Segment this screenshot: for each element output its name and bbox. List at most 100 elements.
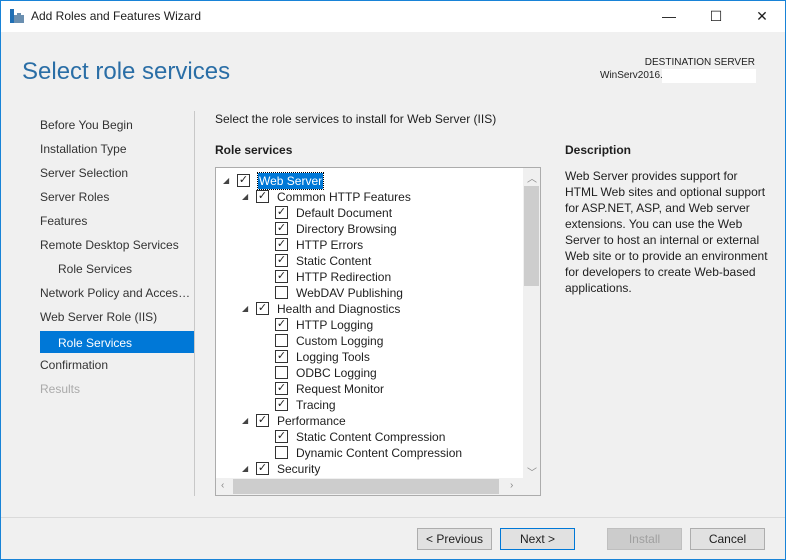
checkbox[interactable] — [275, 366, 288, 379]
tree-item[interactable]: ✓ Request Monitor — [216, 381, 516, 397]
scroll-right-icon[interactable]: › — [510, 480, 513, 491]
tree-item-label[interactable]: Dynamic Content Compression — [296, 445, 462, 461]
tree-item-label[interactable]: HTTP Redirection — [296, 269, 391, 285]
wizard-window: Add Roles and Features Wizard — ☐ ✕ Sele… — [0, 0, 786, 560]
nav-item[interactable]: Server Roles — [40, 187, 194, 211]
horizontal-scroll-thumb[interactable] — [233, 479, 499, 494]
description-text: Web Server provides support for HTML Web… — [565, 169, 768, 295]
nav-item: Results — [40, 382, 81, 396]
nav-item[interactable]: Installation Type — [40, 139, 194, 163]
tree-item[interactable]: ✓ Default Document — [216, 205, 516, 221]
checkbox[interactable]: ✓ — [275, 430, 288, 443]
destination-server-value: WinServ2016. — [600, 69, 756, 83]
nav-item[interactable]: Server Selection — [40, 163, 194, 187]
tree-item-label[interactable]: ODBC Logging — [296, 365, 377, 381]
tree-item[interactable]: ✓ Static Content Compression — [216, 429, 516, 445]
install-button[interactable]: Install — [607, 528, 682, 550]
checkbox[interactable]: ✓ — [237, 174, 250, 187]
tree-item[interactable]: ODBC Logging — [216, 365, 516, 381]
tree-item-label[interactable]: Performance — [277, 413, 346, 429]
nav-item[interactable]: Before You Begin — [40, 115, 194, 139]
nav-item[interactable]: Confirmation — [40, 355, 194, 379]
nav-item[interactable]: Features — [40, 211, 194, 235]
tree-item[interactable]: ◢ ✓ Security — [216, 461, 516, 477]
tree-item-label[interactable]: Tracing — [296, 397, 336, 413]
nav-item[interactable]: Network Policy and Access Services — [40, 283, 194, 307]
checkbox[interactable]: ✓ — [256, 462, 269, 475]
scroll-up-icon[interactable]: ︿ — [527, 170, 537, 185]
nav-item[interactable]: Web Server Role (IIS) — [40, 307, 194, 331]
previous-button[interactable]: < Previous — [417, 528, 492, 550]
instruction-text: Select the role services to install for … — [215, 112, 497, 126]
vertical-scroll-thumb[interactable] — [524, 186, 539, 286]
checkbox[interactable]: ✓ — [256, 302, 269, 315]
tree-item[interactable]: WebDAV Publishing — [216, 285, 516, 301]
tree-item[interactable]: ✓ Static Content — [216, 253, 516, 269]
checkbox[interactable]: ✓ — [275, 206, 288, 219]
tree-item[interactable]: Custom Logging — [216, 333, 516, 349]
minimize-button[interactable]: — — [646, 1, 692, 32]
checkbox[interactable]: ✓ — [256, 414, 269, 427]
checkbox[interactable] — [275, 334, 288, 347]
tree-item-label[interactable]: Static Content Compression — [296, 429, 445, 445]
tree-item[interactable]: ✓ Logging Tools — [216, 349, 516, 365]
nav-divider — [194, 111, 195, 496]
scroll-down-icon[interactable]: ﹀ — [527, 464, 537, 479]
checkbox[interactable]: ✓ — [256, 190, 269, 203]
window-title: Add Roles and Features Wizard — [31, 9, 202, 23]
maximize-button[interactable]: ☐ — [693, 1, 739, 32]
tree-item-label[interactable]: Default Document — [296, 205, 392, 221]
tree-item[interactable]: Dynamic Content Compression — [216, 445, 516, 461]
role-services-tree[interactable]: ◢ ✓ Security Dynamic Content Compression ✓ St… — [215, 167, 541, 496]
tree-item-label[interactable]: Request Monitor — [296, 381, 384, 397]
scroll-left-icon[interactable]: ‹ — [221, 480, 224, 491]
next-button[interactable]: Next > — [500, 528, 575, 550]
checkbox[interactable]: ✓ — [275, 254, 288, 267]
tree-item[interactable]: ✓ Tracing — [216, 397, 516, 413]
tree-item-label[interactable]: HTTP Logging — [296, 317, 373, 333]
tree-item[interactable]: ◢ ✓ Common HTTP Features — [216, 189, 516, 205]
tree-item[interactable]: ✓ HTTP Logging — [216, 317, 516, 333]
tree-item[interactable]: ✓ HTTP Redirection — [216, 269, 516, 285]
title-bar: Add Roles and Features Wizard — ☐ ✕ — [1, 1, 785, 32]
expand-arrow-icon[interactable]: ◢ — [223, 173, 229, 189]
checkbox[interactable]: ✓ — [275, 350, 288, 363]
checkbox[interactable]: ✓ — [275, 270, 288, 283]
vertical-scrollbar[interactable]: ︿ ﹀ — [523, 168, 540, 479]
checkbox[interactable]: ✓ — [275, 222, 288, 235]
tree-item-label[interactable]: WebDAV Publishing — [296, 285, 403, 301]
expand-arrow-icon[interactable]: ◢ — [242, 189, 248, 205]
tree-item-label[interactable]: Common HTTP Features — [277, 189, 411, 205]
cancel-button[interactable]: Cancel — [690, 528, 765, 550]
tree-item-label[interactable]: HTTP Errors — [296, 237, 363, 253]
tree-item-label[interactable]: Directory Browsing — [296, 221, 397, 237]
expand-arrow-icon[interactable]: ◢ — [242, 461, 248, 477]
tree-item-label[interactable]: Custom Logging — [296, 333, 383, 349]
close-button[interactable]: ✕ — [739, 1, 785, 32]
tree-item-label[interactable]: Security — [277, 461, 320, 477]
checkbox[interactable]: ✓ — [275, 238, 288, 251]
nav-item[interactable]: Role Services — [40, 331, 194, 353]
tree-item[interactable]: ✓ HTTP Errors — [216, 237, 516, 253]
tree-item-label[interactable]: Logging Tools — [296, 349, 370, 365]
tree-item[interactable]: ◢ ✓ Health and Diagnostics — [216, 301, 516, 317]
checkbox[interactable]: ✓ — [275, 318, 288, 331]
tree-item-label[interactable]: Static Content — [296, 253, 371, 269]
checkbox[interactable] — [275, 446, 288, 459]
expand-arrow-icon[interactable]: ◢ — [242, 413, 248, 429]
nav-item[interactable]: Role Services — [40, 259, 194, 283]
destination-server-label: DESTINATION SERVER — [644, 57, 755, 68]
tree-item-label[interactable]: Health and Diagnostics — [277, 301, 400, 317]
tree-item-label[interactable]: Web Server — [256, 172, 325, 190]
horizontal-scrollbar[interactable]: ‹ › — [216, 478, 523, 495]
tree-item[interactable]: ◢ ✓ Web Server — [216, 172, 516, 190]
tree-item[interactable]: ◢ ✓ Performance — [216, 413, 516, 429]
description-heading: Description — [565, 143, 632, 157]
checkbox[interactable] — [275, 286, 288, 299]
nav-item[interactable]: Remote Desktop Services — [40, 235, 194, 259]
checkbox[interactable]: ✓ — [275, 398, 288, 411]
expand-arrow-icon[interactable]: ◢ — [242, 301, 248, 317]
wizard-nav: Before You Begin Installation Type Server … — [40, 115, 194, 403]
checkbox[interactable]: ✓ — [275, 382, 288, 395]
tree-item[interactable]: ✓ Directory Browsing — [216, 221, 516, 237]
